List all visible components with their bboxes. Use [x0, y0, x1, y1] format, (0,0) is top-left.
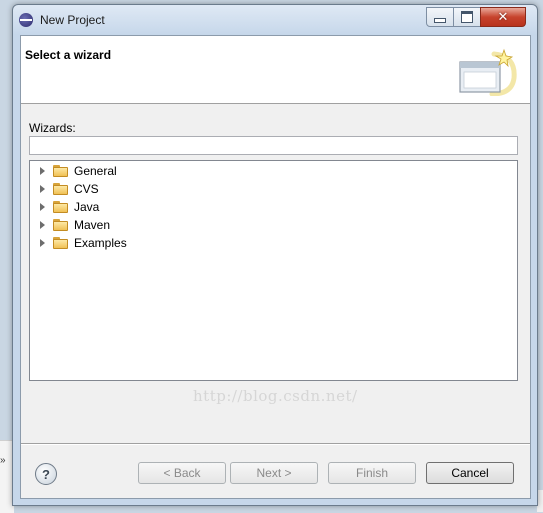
help-button[interactable]: ?: [35, 463, 57, 485]
folder-icon: [53, 201, 69, 213]
cancel-button[interactable]: Cancel: [426, 462, 514, 484]
expand-arrow-icon[interactable]: [40, 239, 45, 247]
maximize-button[interactable]: [453, 7, 481, 27]
minimize-button[interactable]: [426, 7, 454, 27]
new-project-dialog: New Project ✕ Select a wizard Wizards: G…: [12, 4, 538, 506]
page-title: Select a wizard: [25, 48, 112, 62]
tree-item-label: Maven: [74, 218, 111, 232]
tree-item-label: Examples: [74, 236, 127, 250]
expand-arrow-icon[interactable]: [40, 167, 45, 175]
folder-icon: [53, 165, 69, 177]
close-button[interactable]: ✕: [480, 7, 526, 27]
tree-item-general[interactable]: General: [30, 162, 117, 180]
folder-icon: [53, 237, 69, 249]
tree-item-label: General: [74, 164, 117, 178]
expand-arrow-icon[interactable]: [40, 203, 45, 211]
wizard-banner-icon: [459, 48, 517, 96]
tree-item-cvs[interactable]: CVS: [30, 180, 99, 198]
wizard-header: Select a wizard: [21, 36, 530, 104]
expand-arrow-icon[interactable]: [40, 221, 45, 229]
wizards-label: Wizards:: [29, 121, 76, 135]
folder-icon: [53, 183, 69, 195]
wizard-tree[interactable]: General CVS Java Maven Examples http://b…: [29, 160, 518, 405]
button-bar-separator: [21, 443, 530, 445]
finish-button[interactable]: Finish: [328, 462, 416, 484]
close-icon: ✕: [497, 9, 509, 25]
wizard-filter-input[interactable]: [29, 136, 518, 155]
title-bar[interactable]: New Project ✕: [13, 5, 537, 35]
expand-arrow-icon[interactable]: [40, 185, 45, 193]
tree-item-examples[interactable]: Examples: [30, 234, 127, 252]
next-button[interactable]: Next >: [230, 462, 318, 484]
tree-item-maven[interactable]: Maven: [30, 216, 110, 234]
folder-icon: [53, 219, 69, 231]
eclipse-icon: [19, 13, 33, 27]
window-title: New Project: [40, 13, 105, 27]
background-fragment: »: [0, 455, 6, 466]
tree-item-label: Java: [74, 200, 100, 214]
tree-item-java[interactable]: Java: [30, 198, 99, 216]
watermark-text: http://blog.csdn.net/: [193, 387, 358, 405]
back-button[interactable]: < Back: [138, 462, 226, 484]
maximize-icon: [461, 11, 473, 23]
dialog-body: Select a wizard Wizards: General CVS Jav…: [20, 35, 531, 499]
help-icon: ?: [42, 466, 50, 482]
tree-item-label: CVS: [74, 182, 99, 196]
minimize-icon: [434, 17, 446, 23]
